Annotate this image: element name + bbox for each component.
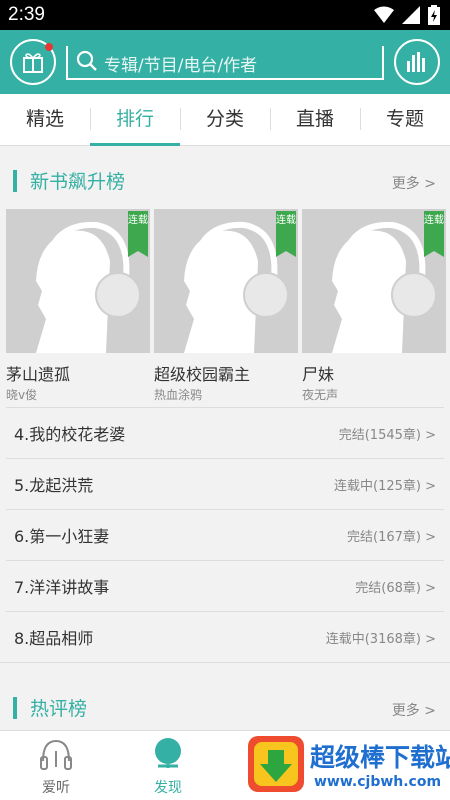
tab-live[interactable]: 直播 bbox=[270, 94, 360, 145]
more-link[interactable]: 更多 > bbox=[392, 173, 436, 193]
book-cover: 连载 bbox=[154, 209, 298, 353]
list-item-status: 连载中(3168章) > bbox=[325, 632, 436, 647]
nav-listen[interactable]: 爱听 bbox=[16, 737, 96, 797]
gift-button[interactable] bbox=[10, 39, 56, 85]
section-title: 热评榜 bbox=[30, 698, 88, 720]
headphones-icon bbox=[40, 739, 72, 770]
list-item[interactable]: 4.我的校花老婆 完结(1545章) > bbox=[6, 407, 444, 458]
list-item[interactable]: 8.超品相师 连载中(3168章) > bbox=[6, 611, 444, 662]
list-item-status: 完结(1545章) > bbox=[338, 428, 436, 443]
tab-featured[interactable]: 精选 bbox=[0, 94, 90, 145]
wifi-icon bbox=[374, 6, 394, 23]
list-item-title: 7.洋洋讲故事 bbox=[14, 578, 110, 597]
watermark: 超级棒下载站 www.cjbwh.com bbox=[248, 734, 450, 796]
list-item[interactable]: 6.第一小狂妻 完结(167章) > bbox=[6, 509, 444, 560]
book-title: 茅山遗孤 bbox=[6, 365, 71, 384]
ranking-list: 4.我的校花老婆 完结(1545章) > 5.龙起洪荒 连载中(125章) > … bbox=[0, 407, 450, 662]
list-item[interactable]: 7.洋洋讲故事 完结(68章) > bbox=[6, 560, 444, 611]
globe-icon bbox=[155, 738, 181, 768]
serializing-badge: 连载 bbox=[276, 211, 296, 257]
top-bar: 专辑/节目/电台/作者 bbox=[0, 30, 450, 94]
section-header-new-books: 新书飙升榜 更多 > bbox=[0, 147, 450, 209]
status-icons bbox=[374, 5, 440, 25]
category-tabs: 精选 排行 分类 直播 专题 bbox=[0, 94, 450, 146]
status-bar: 2:39 bbox=[0, 0, 450, 30]
list-item-status: 连载中(125章) > bbox=[334, 479, 436, 494]
tab-category[interactable]: 分类 bbox=[180, 94, 270, 145]
notification-dot bbox=[45, 43, 53, 51]
battery-icon bbox=[428, 5, 440, 25]
list-item-title: 8.超品相师 bbox=[14, 629, 94, 648]
signal-icon bbox=[402, 6, 420, 24]
section-title: 新书飙升榜 bbox=[30, 171, 126, 193]
book-card[interactable]: 连载 超级校园霸主 热血涂鸦 bbox=[154, 209, 298, 403]
book-title: 超级校园霸主 bbox=[154, 365, 251, 384]
list-item[interactable]: 5.龙起洪荒 连载中(125章) > bbox=[6, 458, 444, 509]
nav-label: 发现 bbox=[154, 780, 182, 796]
section-divider bbox=[0, 662, 450, 674]
watermark-brand: 超级棒下载站 bbox=[310, 743, 450, 772]
search-input[interactable]: 专辑/节目/电台/作者 bbox=[66, 46, 384, 80]
list-item-title: 5.龙起洪荒 bbox=[14, 476, 94, 495]
section-header-hot-reviews: 热评榜 更多 > bbox=[0, 674, 450, 730]
book-author: 热血涂鸦 bbox=[154, 388, 203, 402]
book-title: 尸妹 bbox=[302, 365, 335, 384]
tab-topics[interactable]: 专题 bbox=[360, 94, 450, 145]
search-placeholder: 专辑/节目/电台/作者 bbox=[104, 56, 258, 76]
download-logo-icon bbox=[248, 736, 304, 792]
list-item-title: 4.我的校花老婆 bbox=[14, 425, 126, 444]
more-link[interactable]: 更多 > bbox=[392, 700, 436, 720]
content-area: 新书飙升榜 更多 > 连载 茅山遗孤 晓v俊 连载 超级校园霸主 热血涂鸦 连载… bbox=[0, 147, 450, 730]
book-author: 晓v俊 bbox=[6, 388, 38, 402]
nav-discover[interactable]: 发现 bbox=[128, 737, 208, 797]
status-time: 2:39 bbox=[8, 4, 45, 25]
tab-ranking[interactable]: 排行 bbox=[90, 94, 180, 146]
section-accent-bar bbox=[13, 697, 17, 719]
book-cover: 连载 bbox=[6, 209, 150, 353]
search-icon bbox=[76, 50, 97, 71]
list-item-status: 完结(167章) > bbox=[347, 530, 436, 545]
list-item-status: 完结(68章) > bbox=[355, 581, 436, 596]
equalizer-icon bbox=[407, 52, 425, 72]
section-accent-bar bbox=[13, 170, 17, 192]
top-books-row: 连载 茅山遗孤 晓v俊 连载 超级校园霸主 热血涂鸦 连载 尸妹 夜无声 bbox=[0, 209, 450, 403]
list-item-title: 6.第一小狂妻 bbox=[14, 527, 110, 546]
playing-button[interactable] bbox=[394, 39, 440, 85]
book-author: 夜无声 bbox=[302, 388, 339, 402]
gift-icon bbox=[23, 53, 43, 73]
nav-label: 爱听 bbox=[42, 780, 70, 796]
book-cover: 连载 bbox=[302, 209, 446, 353]
book-card[interactable]: 连载 茅山遗孤 晓v俊 bbox=[6, 209, 150, 403]
watermark-url: www.cjbwh.com bbox=[314, 774, 442, 790]
serializing-badge: 连载 bbox=[128, 211, 148, 257]
book-card[interactable]: 连载 尸妹 夜无声 bbox=[302, 209, 446, 403]
serializing-badge: 连载 bbox=[424, 211, 444, 257]
